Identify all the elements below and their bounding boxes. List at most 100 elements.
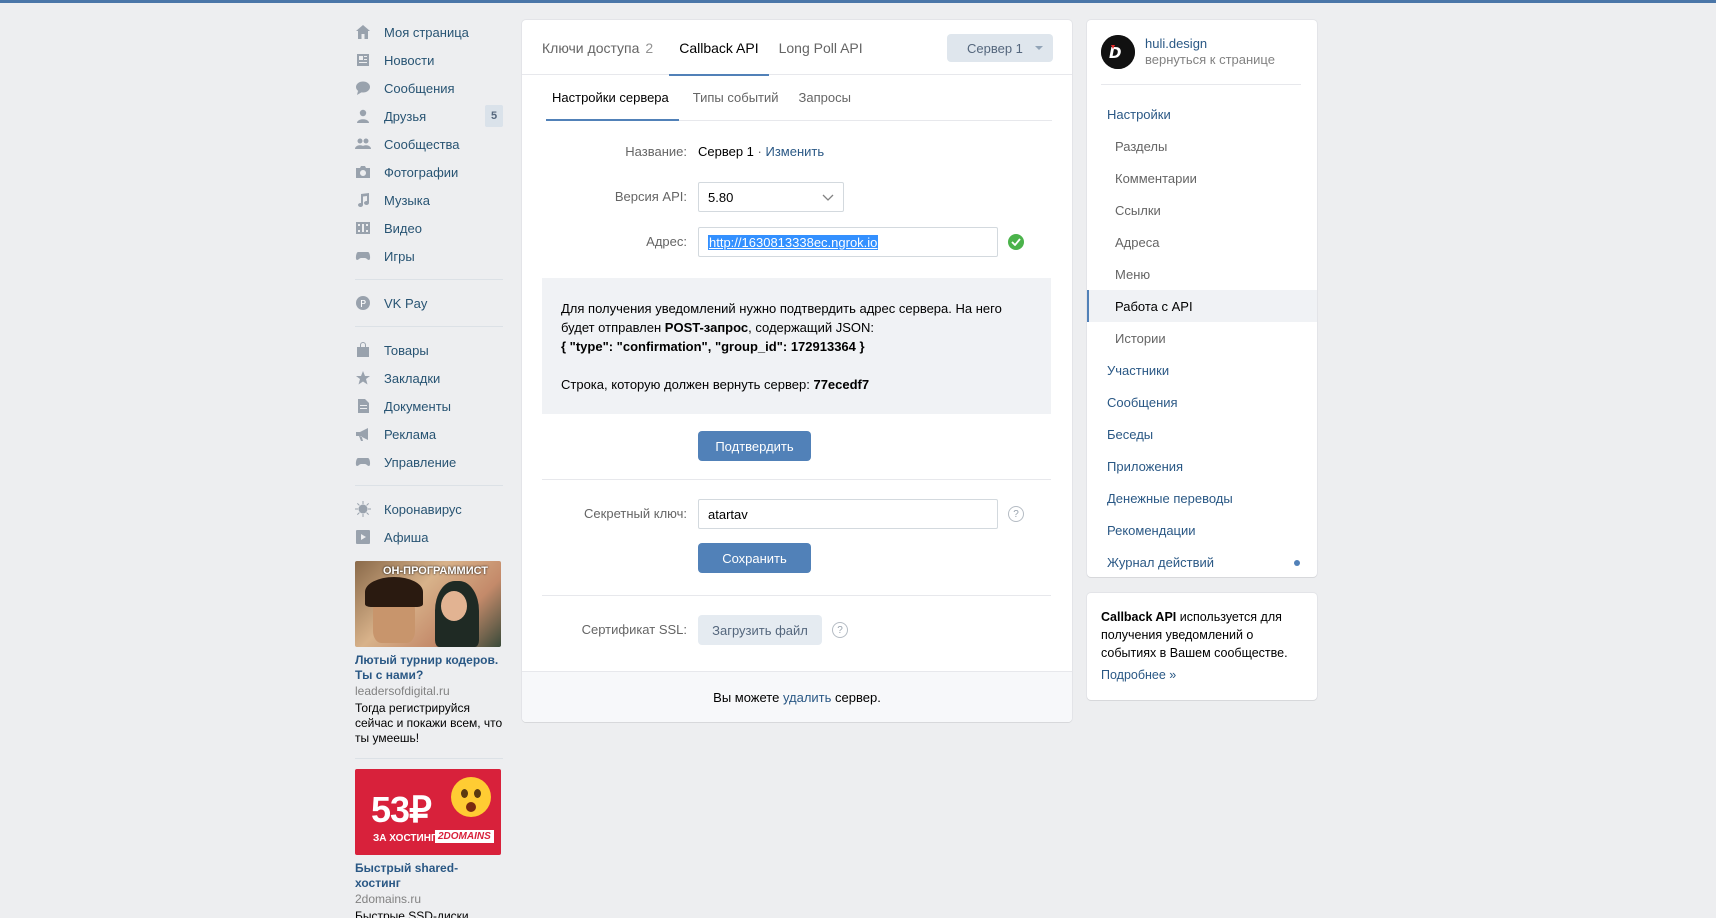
ad-image-price: 53₽ bbox=[371, 789, 432, 830]
settings-menu-item[interactable]: Разделы bbox=[1087, 130, 1317, 162]
nav-item-my-page[interactable]: Моя страница bbox=[355, 18, 503, 46]
api-version-label: Версия API: bbox=[614, 189, 687, 204]
nav-item-video[interactable]: Видео bbox=[355, 214, 503, 242]
settings-menu-item[interactable]: Участники bbox=[1087, 354, 1317, 386]
settings-menu-item[interactable]: Сообщения bbox=[1087, 386, 1317, 418]
settings-menu-item-label: Работа с API bbox=[1115, 298, 1193, 314]
nav-item-photos[interactable]: Фотографии bbox=[355, 158, 503, 186]
section-divider bbox=[542, 479, 1051, 480]
info-line-1: Для получения уведомлений нужно подтверд… bbox=[561, 301, 1002, 316]
tab-count: 2 bbox=[645, 39, 654, 56]
top-tabs: Ключи доступа 2 Callback API Long Poll A… bbox=[522, 20, 1072, 76]
nav-item-messages[interactable]: Сообщения bbox=[355, 74, 503, 102]
svg-text:D: D bbox=[1109, 44, 1121, 62]
nav-item-friends[interactable]: Друзья 5 bbox=[355, 102, 503, 130]
nav-item-label: Видео bbox=[384, 220, 422, 236]
nav-item-label: Афиша bbox=[384, 529, 429, 545]
tab-callback-api[interactable]: Callback API bbox=[669, 20, 769, 76]
settings-menu-item[interactable]: Адреса bbox=[1087, 226, 1317, 258]
nav-item-vkpay[interactable]: P VK Pay bbox=[355, 289, 503, 317]
tab-long-poll-api[interactable]: Long Poll API bbox=[769, 20, 873, 75]
nav-item-label: VK Pay bbox=[384, 295, 428, 311]
nav-item-ads[interactable]: Реклама bbox=[355, 420, 503, 448]
ad-image-caption: ЗА ХОСТИНГ bbox=[373, 833, 437, 844]
back-to-page-link[interactable]: вернуться к странице bbox=[1145, 52, 1275, 68]
nav-item-music[interactable]: Музыка bbox=[355, 186, 503, 214]
tab-access-keys[interactable]: Ключи доступа 2 bbox=[542, 20, 663, 75]
ad-title[interactable]: Быстрый shared-хостинг bbox=[355, 861, 503, 891]
nav-item-goods[interactable]: Товары bbox=[355, 336, 503, 364]
nav-item-documents[interactable]: Документы bbox=[355, 392, 503, 420]
ad-domain: 2domains.ru bbox=[355, 892, 422, 906]
more-link[interactable]: Подробнее » bbox=[1101, 666, 1303, 684]
info-json: { "type": "confirmation", "group_id": 17… bbox=[561, 339, 865, 354]
confirm-button[interactable]: Подтвердить bbox=[698, 431, 811, 461]
ad-image[interactable]: 53₽ ЗА ХОСТИНГ 2DOMAINS bbox=[355, 769, 501, 855]
nav-item-afisha[interactable]: Афиша bbox=[355, 523, 503, 551]
nav-item-label: Игры bbox=[384, 248, 415, 264]
tab-label: Ключи доступа bbox=[542, 39, 640, 56]
ad-title[interactable]: Лютый турнир кодеров. Ты с нами? bbox=[355, 653, 503, 683]
settings-menu-item[interactable]: Рекомендации bbox=[1087, 514, 1317, 546]
ad-image-hair bbox=[365, 577, 423, 607]
settings-menu-item-label: Участники bbox=[1107, 362, 1170, 378]
settings-menu-item-label: Истории bbox=[1115, 330, 1166, 346]
ad-domain: leadersofdigital.ru bbox=[355, 684, 450, 698]
settings-menu-item[interactable]: Приложения bbox=[1087, 450, 1317, 482]
tab-server-settings[interactable]: Настройки сервера bbox=[546, 75, 679, 121]
edit-name-link[interactable]: Изменить bbox=[765, 144, 824, 159]
tab-requests[interactable]: Запросы bbox=[789, 75, 861, 120]
home-icon bbox=[355, 24, 371, 40]
community-name[interactable]: huli.design bbox=[1145, 36, 1275, 52]
ad-image-caption: ОН-ПРОГРАММИСТ bbox=[383, 565, 488, 577]
nav-item-label: Новости bbox=[384, 52, 435, 68]
delete-server-link[interactable]: удалить bbox=[783, 690, 831, 705]
tab-label: Long Poll API bbox=[778, 39, 863, 56]
secret-key-input[interactable]: atartav bbox=[698, 499, 998, 529]
settings-menu-item-label: Журнал действий bbox=[1107, 554, 1215, 570]
vkpay-icon: P bbox=[355, 295, 371, 311]
save-button[interactable]: Сохранить bbox=[698, 543, 811, 573]
address-input[interactable]: http://1630813338ec.ngrok.io bbox=[698, 227, 998, 257]
tab-event-types[interactable]: Типы событий bbox=[683, 75, 789, 120]
nav-item-coronavirus[interactable]: Коронавирус bbox=[355, 495, 503, 523]
help-icon[interactable]: ? bbox=[1008, 506, 1024, 522]
callback-api-panel: Ключи доступа 2 Callback API Long Poll A… bbox=[522, 20, 1072, 722]
music-icon bbox=[355, 192, 371, 208]
ad-block[interactable]: 53₽ ЗА ХОСТИНГ 2DOMAINS Быстрый shared-х… bbox=[355, 769, 503, 918]
settings-menu-item[interactable]: Меню bbox=[1087, 258, 1317, 290]
callback-info-card: Callback API используется для получения … bbox=[1087, 593, 1317, 700]
nav-item-groups[interactable]: Сообщества bbox=[355, 130, 503, 158]
menu-divider bbox=[1101, 84, 1301, 85]
settings-menu-item[interactable]: Журнал действий bbox=[1087, 546, 1317, 578]
server-select[interactable]: Сервер 1 bbox=[947, 34, 1053, 62]
nav-item-label: Сообщества bbox=[384, 136, 460, 152]
settings-menu-item-label: Разделы bbox=[1115, 138, 1168, 154]
upload-file-button[interactable]: Загрузить файл bbox=[698, 615, 822, 645]
help-icon[interactable]: ? bbox=[832, 622, 848, 638]
friends-count-badge: 5 bbox=[485, 105, 503, 127]
settings-menu-item[interactable]: Истории bbox=[1087, 322, 1317, 354]
ad-image[interactable]: ОН-ПРОГРАММИСТ bbox=[355, 561, 501, 647]
settings-menu-item[interactable]: Ссылки bbox=[1087, 194, 1317, 226]
nav-item-bookmarks[interactable]: Закладки bbox=[355, 364, 503, 392]
settings-menu-item[interactable]: Денежные переводы bbox=[1087, 482, 1317, 514]
nav-item-label: Музыка bbox=[384, 192, 430, 208]
settings-menu-item[interactable]: Беседы bbox=[1087, 418, 1317, 450]
nav-item-label: Фотографии bbox=[384, 164, 459, 180]
nav-item-news[interactable]: Новости bbox=[355, 46, 503, 74]
api-version-select[interactable]: 5.80 bbox=[698, 182, 844, 212]
secret-key-label: Секретный ключ: bbox=[584, 506, 687, 521]
ad-block[interactable]: ОН-ПРОГРАММИСТ Лютый турнир кодеров. Ты … bbox=[355, 561, 503, 746]
nav-item-games[interactable]: Игры bbox=[355, 242, 503, 270]
settings-menu-item[interactable]: Настройки bbox=[1087, 98, 1317, 130]
settings-menu-item-label: Беседы bbox=[1107, 426, 1154, 442]
community-owner[interactable]: D huli.design вернуться к странице bbox=[1101, 35, 1275, 69]
nav-item-manage[interactable]: Управление bbox=[355, 448, 503, 476]
settings-menu-item[interactable]: Работа с API bbox=[1087, 290, 1317, 322]
settings-menu-item-label: Меню bbox=[1115, 266, 1151, 282]
section-divider bbox=[542, 595, 1051, 596]
settings-menu-item[interactable]: Комментарии bbox=[1087, 162, 1317, 194]
avatar[interactable]: D bbox=[1101, 35, 1135, 69]
ssl-label: Сертификат SSL: bbox=[581, 622, 687, 637]
